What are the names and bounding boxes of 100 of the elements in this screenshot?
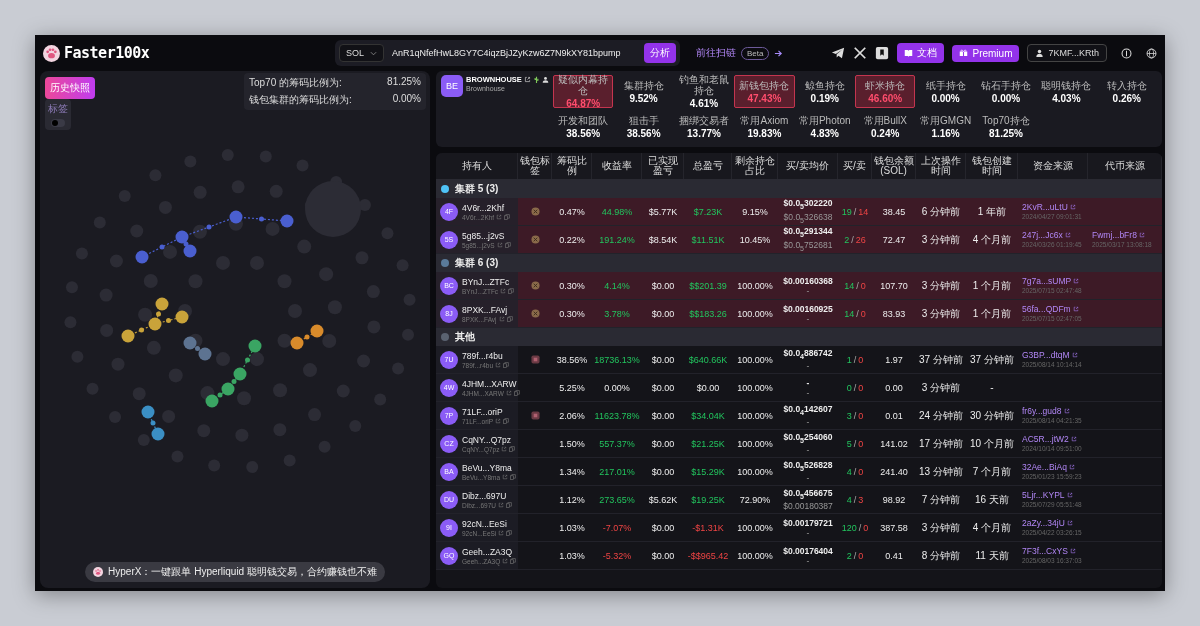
history-snapshot-button[interactable]: 历史快照	[45, 77, 95, 99]
wallet-name[interactable]: 71LF...oriP	[462, 406, 510, 417]
premium-button[interactable]: Premium	[952, 44, 1020, 62]
column-header[interactable]: 资金来源	[1018, 153, 1088, 179]
table-cell-text: $640.66K	[687, 353, 729, 367]
table-cell-text: 5.25%	[558, 381, 586, 395]
fund-source-link[interactable]: fr6y...gud8	[1022, 405, 1070, 416]
sell-count: 26	[855, 234, 866, 245]
table-cell-text: -	[989, 381, 995, 395]
table-cell-text: 6 分钟前	[920, 204, 962, 219]
promo-banner[interactable]: HyperX：一键跟单 Hyperliquid 聪明钱交易，合约赚钱也不难	[85, 562, 385, 582]
table-cell-text: 1 年前	[976, 204, 1008, 219]
table-cell-text: 3.78%	[603, 307, 631, 321]
ratio-value: 0.00%	[392, 93, 421, 106]
table-cell-text: 100.00%	[736, 465, 774, 479]
group-row[interactable]: 其他	[436, 328, 1162, 346]
table-cell-text: 1 个月前	[971, 306, 1013, 321]
fund-source-link[interactable]: 7F3f...CxYS	[1022, 545, 1076, 556]
table-cell-text: 4.14%	[603, 279, 631, 293]
column-header[interactable]: 筹码比例	[552, 153, 592, 179]
wallet-name[interactable]: 8PXK...FAvj	[462, 304, 513, 315]
wallet-name[interactable]: 5g85...j2vS	[462, 230, 511, 241]
column-header[interactable]: 总盈亏	[684, 153, 732, 179]
table-cell-text: 0.22%	[558, 233, 586, 247]
search-bar[interactable]: SOL AnR1qNfefHwL8GY7C4iqzBjJZyKzw6Z7N9kXY81bpump 分析	[335, 40, 680, 66]
wallet-name[interactable]: Geeh...ZA3Q	[462, 546, 517, 557]
group-row[interactable]: 集群 5 (3)	[436, 180, 1162, 198]
table-cell-text: -$1.31K	[691, 521, 725, 535]
ratio-label: 钱包集群的筹码比例为:	[249, 93, 352, 107]
table-cell-text: 37 分钟前	[918, 352, 964, 367]
fund-source-link[interactable]: 56fa...QDFm	[1022, 303, 1079, 314]
table-cell-text: 1.97	[884, 353, 904, 367]
stat-label: 疑似内幕持仓	[557, 74, 610, 96]
address-field[interactable]: AnR1qNfefHwL8GY7C4iqzBjJZyKzw6Z7N9kXY81bpump	[390, 46, 638, 60]
group-row[interactable]: 集群 6 (3)	[436, 254, 1162, 272]
table-cell-text: 44.98%	[600, 205, 634, 219]
sell-price: $0.0$_{5}$326638	[783, 211, 833, 226]
fund-source-link[interactable]: 32Ae...BiAq	[1022, 461, 1075, 472]
wallet-name[interactable]: 92cN...EeSi	[462, 518, 513, 529]
sell-count: 0	[858, 410, 864, 421]
table-cell-text: 387.58	[879, 521, 909, 535]
wallet-name[interactable]: 4V6r...2Khf	[462, 202, 511, 213]
column-header[interactable]: 持有人	[436, 153, 518, 179]
wallet-name[interactable]: 4JHM...XARW	[462, 378, 520, 389]
column-header[interactable]: 钱包创建时间	[966, 153, 1018, 179]
column-header[interactable]: 上次操作时间	[916, 153, 966, 179]
fund-source-link[interactable]: 247j...Jc6x	[1022, 229, 1071, 240]
chain-select[interactable]: SOL	[339, 44, 384, 62]
table-cell-text: 0.30%	[558, 307, 586, 321]
token-source-link[interactable]: Fwmj...bFr8	[1092, 229, 1145, 240]
wallet-name[interactable]: Dibz...697U	[462, 490, 512, 501]
sell-count: 0	[858, 354, 864, 365]
docs-button[interactable]: 文档	[897, 43, 945, 63]
fund-source-link[interactable]: 2aZy...34jU	[1022, 517, 1073, 528]
stat-label: 转入持仓	[1106, 79, 1147, 91]
stat-label: 集群持仓	[623, 79, 664, 91]
fund-source-link[interactable]: AC5R...jtW2	[1022, 433, 1077, 444]
stat-value: 13.77%	[687, 127, 721, 139]
table-cell-text: $0.00	[650, 437, 676, 451]
column-header[interactable]: 买/卖	[838, 153, 872, 179]
fund-source-link[interactable]: 7g7a...sUMP	[1022, 275, 1080, 286]
wallet-name[interactable]: 789f...r4bu	[462, 350, 510, 361]
buy-price: $0.00179721	[783, 517, 833, 528]
logo-text[interactable]: Faster100x	[64, 44, 150, 62]
stat-label: 钓鱼和老鼠持仓	[678, 74, 730, 96]
column-header[interactable]: 已实现盈亏	[642, 153, 684, 179]
column-header[interactable]: 剩余持仓占比	[732, 153, 778, 179]
scan-link[interactable]: 前往扫链	[696, 46, 736, 60]
analyze-button[interactable]: 分析	[644, 43, 676, 63]
table-cell-text: 0.30%	[558, 279, 586, 293]
sell-price: -	[806, 417, 810, 428]
buy-price: $0.0$_{5}$526828	[783, 459, 833, 474]
stat-value: 47.43%	[747, 92, 782, 104]
column-header[interactable]: 收益率	[592, 153, 642, 179]
column-header[interactable]: 代币来源	[1088, 153, 1162, 179]
table-cell-text: 16 天前	[974, 492, 1010, 507]
wallet-button[interactable]: 7KMF...KRth	[1027, 44, 1107, 62]
stat-label: 常用Axiom	[740, 114, 789, 126]
table-cell-text: 3 分钟前	[920, 520, 962, 535]
table-cell-text: 1.03%	[558, 549, 586, 563]
column-header[interactable]: 买/卖均价	[778, 153, 838, 179]
table-cell-text: $0.00	[695, 381, 721, 395]
wallet-name[interactable]: BYnJ...ZTFc	[462, 276, 515, 287]
sell-price: -	[806, 361, 810, 372]
fund-source-link[interactable]: G3BP...dtqM	[1022, 349, 1078, 360]
table-cell-text: $7.23K	[692, 205, 724, 219]
wallet-name[interactable]: BeVu...Y8ma	[462, 462, 517, 473]
stat-value: 0.00%	[931, 92, 960, 104]
table-cell-text: 11 天前	[974, 548, 1010, 563]
table-cell-text: 10 个月前	[969, 436, 1015, 451]
column-header[interactable]: 钱包标签	[518, 153, 552, 179]
table-cell-text: 98.92	[881, 493, 907, 507]
fund-source-link[interactable]: 2KvR...uLtU	[1022, 201, 1076, 212]
table-cell-text: 13 分钟前	[918, 464, 964, 479]
table-cell-text: 17 分钟前	[918, 436, 964, 451]
fund-source-link[interactable]: 5Ljr...KYPL	[1022, 489, 1073, 500]
count-separator: /	[851, 234, 854, 245]
buy-count: 2	[844, 234, 850, 245]
wallet-name[interactable]: CqNY...Q7pz	[462, 434, 516, 445]
column-header[interactable]: 钱包余额(SOL)	[872, 153, 916, 179]
